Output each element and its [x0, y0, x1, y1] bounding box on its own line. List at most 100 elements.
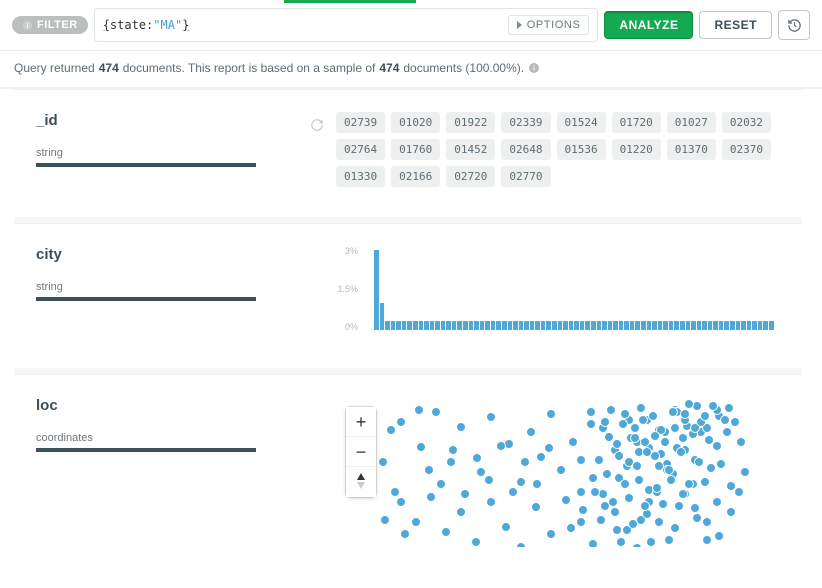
map-point[interactable]: [400, 529, 410, 539]
chart-bar[interactable]: [619, 321, 624, 330]
map-point[interactable]: [561, 495, 571, 505]
map-point[interactable]: [668, 407, 678, 417]
map-point[interactable]: [484, 475, 494, 485]
chart-bar[interactable]: [402, 321, 407, 330]
map-point[interactable]: [588, 539, 598, 547]
map-point[interactable]: [730, 417, 740, 427]
map-point[interactable]: [536, 452, 546, 462]
chart-bar[interactable]: [647, 321, 652, 330]
chart-bar[interactable]: [530, 321, 535, 330]
map-point[interactable]: [660, 437, 670, 447]
chart-bar[interactable]: [602, 321, 607, 330]
resample-button[interactable]: [310, 118, 324, 135]
map-point[interactable]: [658, 499, 668, 509]
info-icon[interactable]: [528, 62, 540, 74]
map-point[interactable]: [600, 417, 610, 427]
map-point[interactable]: [712, 441, 722, 451]
chart-bar[interactable]: [441, 321, 446, 330]
chart-bar[interactable]: [407, 321, 412, 330]
map-point[interactable]: [456, 422, 466, 432]
chart-bar[interactable]: [435, 321, 440, 330]
type-distribution-bar[interactable]: [36, 297, 256, 301]
map-point[interactable]: [618, 419, 628, 429]
map-zoom-out-button[interactable]: −: [346, 437, 376, 467]
map-point[interactable]: [424, 465, 434, 475]
chart-bar[interactable]: [558, 321, 563, 330]
map-point[interactable]: [471, 537, 481, 547]
value-chip[interactable]: 02166: [391, 166, 440, 187]
chart-bar[interactable]: [413, 321, 418, 330]
map-point[interactable]: [704, 435, 714, 445]
chart-bar[interactable]: [702, 321, 707, 330]
value-chip[interactable]: 01922: [446, 112, 495, 133]
map-point[interactable]: [496, 441, 506, 451]
map-point[interactable]: [576, 487, 586, 497]
map-point[interactable]: [702, 517, 712, 527]
map-point[interactable]: [700, 477, 710, 487]
map-point[interactable]: [690, 423, 700, 433]
map-point[interactable]: [624, 493, 634, 503]
value-chip[interactable]: 02648: [501, 139, 550, 160]
value-chip[interactable]: 01330: [336, 166, 385, 187]
map-point[interactable]: [448, 445, 458, 455]
map-point[interactable]: [664, 465, 674, 475]
chart-bar[interactable]: [513, 321, 518, 330]
map-point[interactable]: [654, 517, 664, 527]
filter-query-input[interactable]: {state:"MA"} OPTIONS: [94, 8, 599, 42]
chart-bar[interactable]: [430, 321, 435, 330]
chart-bar[interactable]: [446, 321, 451, 330]
map-point[interactable]: [610, 507, 620, 517]
map-point[interactable]: [692, 513, 702, 523]
chart-bar[interactable]: [752, 321, 757, 330]
map-point[interactable]: [632, 461, 642, 471]
map-point[interactable]: [676, 447, 686, 457]
chart-bar[interactable]: [597, 321, 602, 330]
chart-bar[interactable]: [469, 321, 474, 330]
map-point[interactable]: [684, 399, 694, 409]
value-chip[interactable]: 02720: [446, 166, 495, 187]
map-point[interactable]: [640, 501, 650, 511]
map-point[interactable]: [396, 417, 406, 427]
map-point[interactable]: [714, 531, 724, 541]
map-point[interactable]: [586, 419, 596, 429]
chart-bar[interactable]: [708, 321, 713, 330]
map-point[interactable]: [456, 507, 466, 517]
map-point[interactable]: [544, 443, 554, 453]
map-point[interactable]: [516, 542, 526, 547]
map-point[interactable]: [386, 425, 396, 435]
map-point[interactable]: [578, 505, 588, 515]
map-point[interactable]: [546, 409, 556, 419]
chart-bar[interactable]: [380, 303, 385, 330]
value-chip[interactable]: 02770: [501, 166, 550, 187]
chart-bar[interactable]: [624, 321, 629, 330]
map-point[interactable]: [680, 409, 690, 419]
map-point[interactable]: [740, 467, 750, 477]
map-point[interactable]: [590, 487, 600, 497]
map-point[interactable]: [712, 497, 722, 507]
map-point[interactable]: [654, 461, 664, 471]
map-point[interactable]: [642, 447, 652, 457]
map-point[interactable]: [576, 455, 586, 465]
map-point[interactable]: [396, 497, 406, 507]
map-point[interactable]: [666, 475, 676, 485]
map-point[interactable]: [734, 487, 744, 497]
map-point[interactable]: [720, 415, 730, 425]
chart-bar[interactable]: [680, 321, 685, 330]
chart-bar[interactable]: [736, 321, 741, 330]
map-point[interactable]: [648, 411, 658, 421]
value-chip[interactable]: 02764: [336, 139, 385, 160]
chart-bar[interactable]: [674, 321, 679, 330]
map-point[interactable]: [380, 515, 390, 525]
map-point[interactable]: [684, 479, 694, 489]
chart-bar[interactable]: [524, 321, 529, 330]
chart-bar[interactable]: [747, 321, 752, 330]
chart-bar[interactable]: [574, 321, 579, 330]
chart-bar[interactable]: [763, 321, 768, 330]
chart-bar[interactable]: [485, 321, 490, 330]
map-point[interactable]: [694, 457, 704, 467]
value-chip[interactable]: 01370: [667, 139, 716, 160]
map-point[interactable]: [446, 457, 456, 467]
chart-bar[interactable]: [374, 250, 379, 330]
coordinates-map[interactable]: + −: [336, 397, 774, 547]
chart-bar[interactable]: [769, 321, 774, 330]
